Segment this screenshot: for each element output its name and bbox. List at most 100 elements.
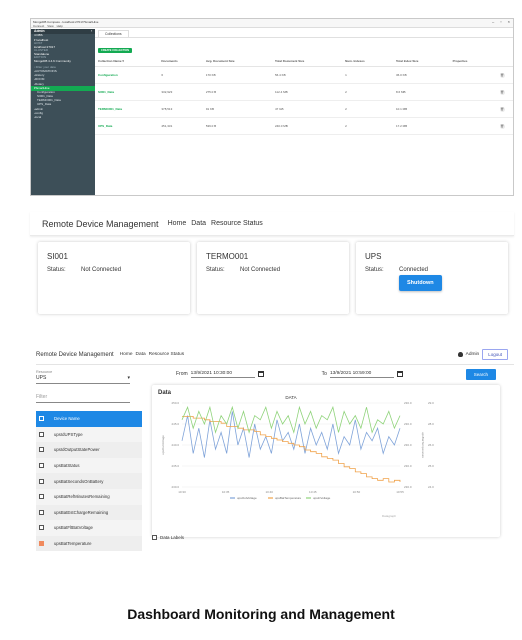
column-header[interactable]: Properties xyxy=(449,56,492,67)
table-row[interactable]: UPS_Data 451,331 539.0 B 240.0 MB 2 17.2 MB 🗑 xyxy=(95,117,513,135)
trash-icon[interactable]: 🗑 xyxy=(499,123,505,129)
collection-name-cell[interactable]: SI001_Data xyxy=(95,83,159,101)
variable-checkbox[interactable] xyxy=(39,494,44,500)
close-icon[interactable]: × xyxy=(508,19,510,24)
variable-list-item[interactable]: upsIdOutputStatePower xyxy=(36,442,142,458)
table-cell: 275.0 B xyxy=(202,83,272,101)
trash-icon[interactable]: 🗑 xyxy=(499,106,505,112)
variable-checkbox[interactable] xyxy=(39,447,44,453)
user-menu[interactable]: Admin Logout xyxy=(457,349,514,360)
collection-name-cell[interactable]: Configuration xyxy=(95,66,159,84)
nav-data[interactable]: Data xyxy=(191,220,206,227)
table-cell: 91 KB xyxy=(202,100,272,118)
data-labels-checkbox[interactable] xyxy=(152,535,157,540)
chart-title: DATA xyxy=(285,395,296,400)
from-date-input[interactable]: 13/9/2021 10:30:00 xyxy=(190,371,255,378)
nav-home[interactable]: Home xyxy=(120,352,133,357)
variable-checkbox[interactable] xyxy=(39,509,44,515)
column-header[interactable]: Collection Name ▾ xyxy=(95,56,159,67)
y-tick-label: 240.0 xyxy=(171,443,179,447)
variable-header-label: Device Name xyxy=(54,416,80,422)
column-header[interactable]: Total Document Size xyxy=(271,56,343,67)
collection-name-cell[interactable]: UPS_Data xyxy=(95,117,159,135)
to-label: To xyxy=(321,371,327,377)
calendar-icon[interactable] xyxy=(257,371,264,377)
variable-list-item[interactable]: upsIdUPSType xyxy=(36,426,142,443)
menu-view[interactable]: View xyxy=(47,24,53,28)
table-cell xyxy=(449,83,492,101)
y2-tick-label: 230.0 xyxy=(404,401,412,405)
filter-panel: Resource UPS ▾ Filter Device Name upsIdUP… xyxy=(36,367,142,560)
device-status-row: Status: Not Connected xyxy=(47,267,181,273)
variable-list-item[interactable]: upsBatEstChargeRemaining xyxy=(36,504,142,521)
variable-name: upsBatRefMinutesRemaining xyxy=(54,494,110,500)
variable-checkbox[interactable] xyxy=(39,525,44,531)
column-header[interactable] xyxy=(491,56,513,67)
collection-name-cell[interactable]: TERMO001_Data xyxy=(95,100,159,118)
variable-checkbox[interactable] xyxy=(39,478,44,484)
nav-resource-status[interactable]: Resource Status xyxy=(149,352,184,357)
y3-tick-label: 29.0 xyxy=(428,401,434,405)
chevron-left-icon[interactable]: ‹ xyxy=(91,29,92,34)
column-header[interactable]: Avg. Document Size xyxy=(202,56,272,67)
resource-select[interactable]: UPS ▾ xyxy=(36,375,130,384)
chart-corner-label: Datagraph xyxy=(382,514,396,518)
nav-resource-status[interactable]: Resource Status xyxy=(211,220,263,227)
x-tick-label: 10:30 xyxy=(178,490,186,494)
table-row[interactable]: Configuration 6 170 KB 56.4 KB 1 36.0 KB 🗑 xyxy=(95,66,513,84)
sidebar-db-item[interactable]: › local xyxy=(31,115,95,120)
collections-table: Collection Name ▾ Documents Avg. Document … xyxy=(95,56,513,135)
variable-checkbox[interactable] xyxy=(39,541,44,547)
variable-checkbox[interactable] xyxy=(39,463,44,469)
trash-icon[interactable]: 🗑 xyxy=(499,72,505,78)
minimize-icon[interactable]: – xyxy=(492,19,494,24)
tab-collections[interactable]: Collections xyxy=(98,30,129,37)
dashboard-navbar: Remote Device Management Home Data Resou… xyxy=(36,345,514,365)
table-row[interactable]: TERMO001_Data 378,513 91 KB 47 GB 2 10.1 MB 🗑 xyxy=(95,100,513,118)
nav-home[interactable]: Home xyxy=(168,220,187,227)
variable-list-item[interactable]: upsBatSecondsOnBattery xyxy=(36,473,142,489)
table-cell xyxy=(449,117,492,135)
table-cell: 36.0 KB xyxy=(392,66,450,84)
trash-icon[interactable]: 🗑 xyxy=(499,89,505,95)
search-button[interactable]: Search xyxy=(465,368,496,380)
column-header[interactable]: Num. Indexes xyxy=(342,56,393,67)
table-cell: 332,923 xyxy=(158,83,203,101)
variable-list-item[interactable]: upsBatRefMinutesRemaining xyxy=(36,488,142,505)
legend-entry[interactable]: upsBatTemperature xyxy=(275,496,302,500)
brand-title[interactable]: Remote Device Management xyxy=(36,352,114,358)
y-tick-label: 245.0 xyxy=(171,422,179,426)
status-value: Not Connected xyxy=(81,267,122,273)
create-collection-button[interactable]: CREATE COLLECTION xyxy=(98,48,133,53)
menu-help[interactable]: Help xyxy=(57,24,63,28)
logout-button[interactable]: Logout xyxy=(482,349,508,360)
brand-title[interactable]: Remote Device Management xyxy=(42,219,159,229)
menu-connect[interactable]: Connect xyxy=(33,24,44,28)
nav-data[interactable]: Data xyxy=(136,352,146,357)
shutdown-button[interactable]: Shutdown xyxy=(399,275,442,291)
status-block: Not Connected xyxy=(240,267,280,273)
variable-name: upsIdOutputStatePower xyxy=(54,447,100,453)
variable-list-item[interactable]: upsBatStatus xyxy=(36,457,142,474)
to-date-input[interactable]: 13/9/2021 10:59:00 xyxy=(329,371,394,378)
filter-input[interactable]: Filter xyxy=(36,394,130,403)
variable-list-header[interactable]: Device Name xyxy=(36,411,142,427)
table-cell: 240.0 MB xyxy=(271,117,343,135)
y3-tick-label: 25.0 xyxy=(428,464,434,468)
table-cell: 🗑 xyxy=(491,100,513,118)
y2-tick-label: 230.0 xyxy=(404,485,412,489)
y2-tick-label: 230.0 xyxy=(404,464,412,468)
variable-list-item[interactable]: upsBatFltBatVoltage xyxy=(36,520,142,536)
table-cell: 2 xyxy=(342,117,393,135)
variable-checkbox[interactable] xyxy=(39,431,44,437)
variable-list-item[interactable]: upsBatTemperature xyxy=(36,535,142,552)
column-header[interactable]: Total Index Size xyxy=(392,56,450,67)
column-header[interactable]: Documents xyxy=(158,56,203,67)
legend-entry[interactable]: upsOutVoltage xyxy=(237,496,257,500)
data-labels-toggle[interactable]: Data Labels xyxy=(152,535,184,540)
calendar-icon[interactable] xyxy=(396,371,403,377)
maximize-icon[interactable]: ▫ xyxy=(500,19,501,24)
legend-entry[interactable]: upsInVoltage xyxy=(313,496,331,500)
table-row[interactable]: SI001_Data 332,923 275.0 B 112.4 MB 2 8.6 MB 🗑 xyxy=(95,83,513,101)
select-all-checkbox[interactable] xyxy=(39,416,44,422)
